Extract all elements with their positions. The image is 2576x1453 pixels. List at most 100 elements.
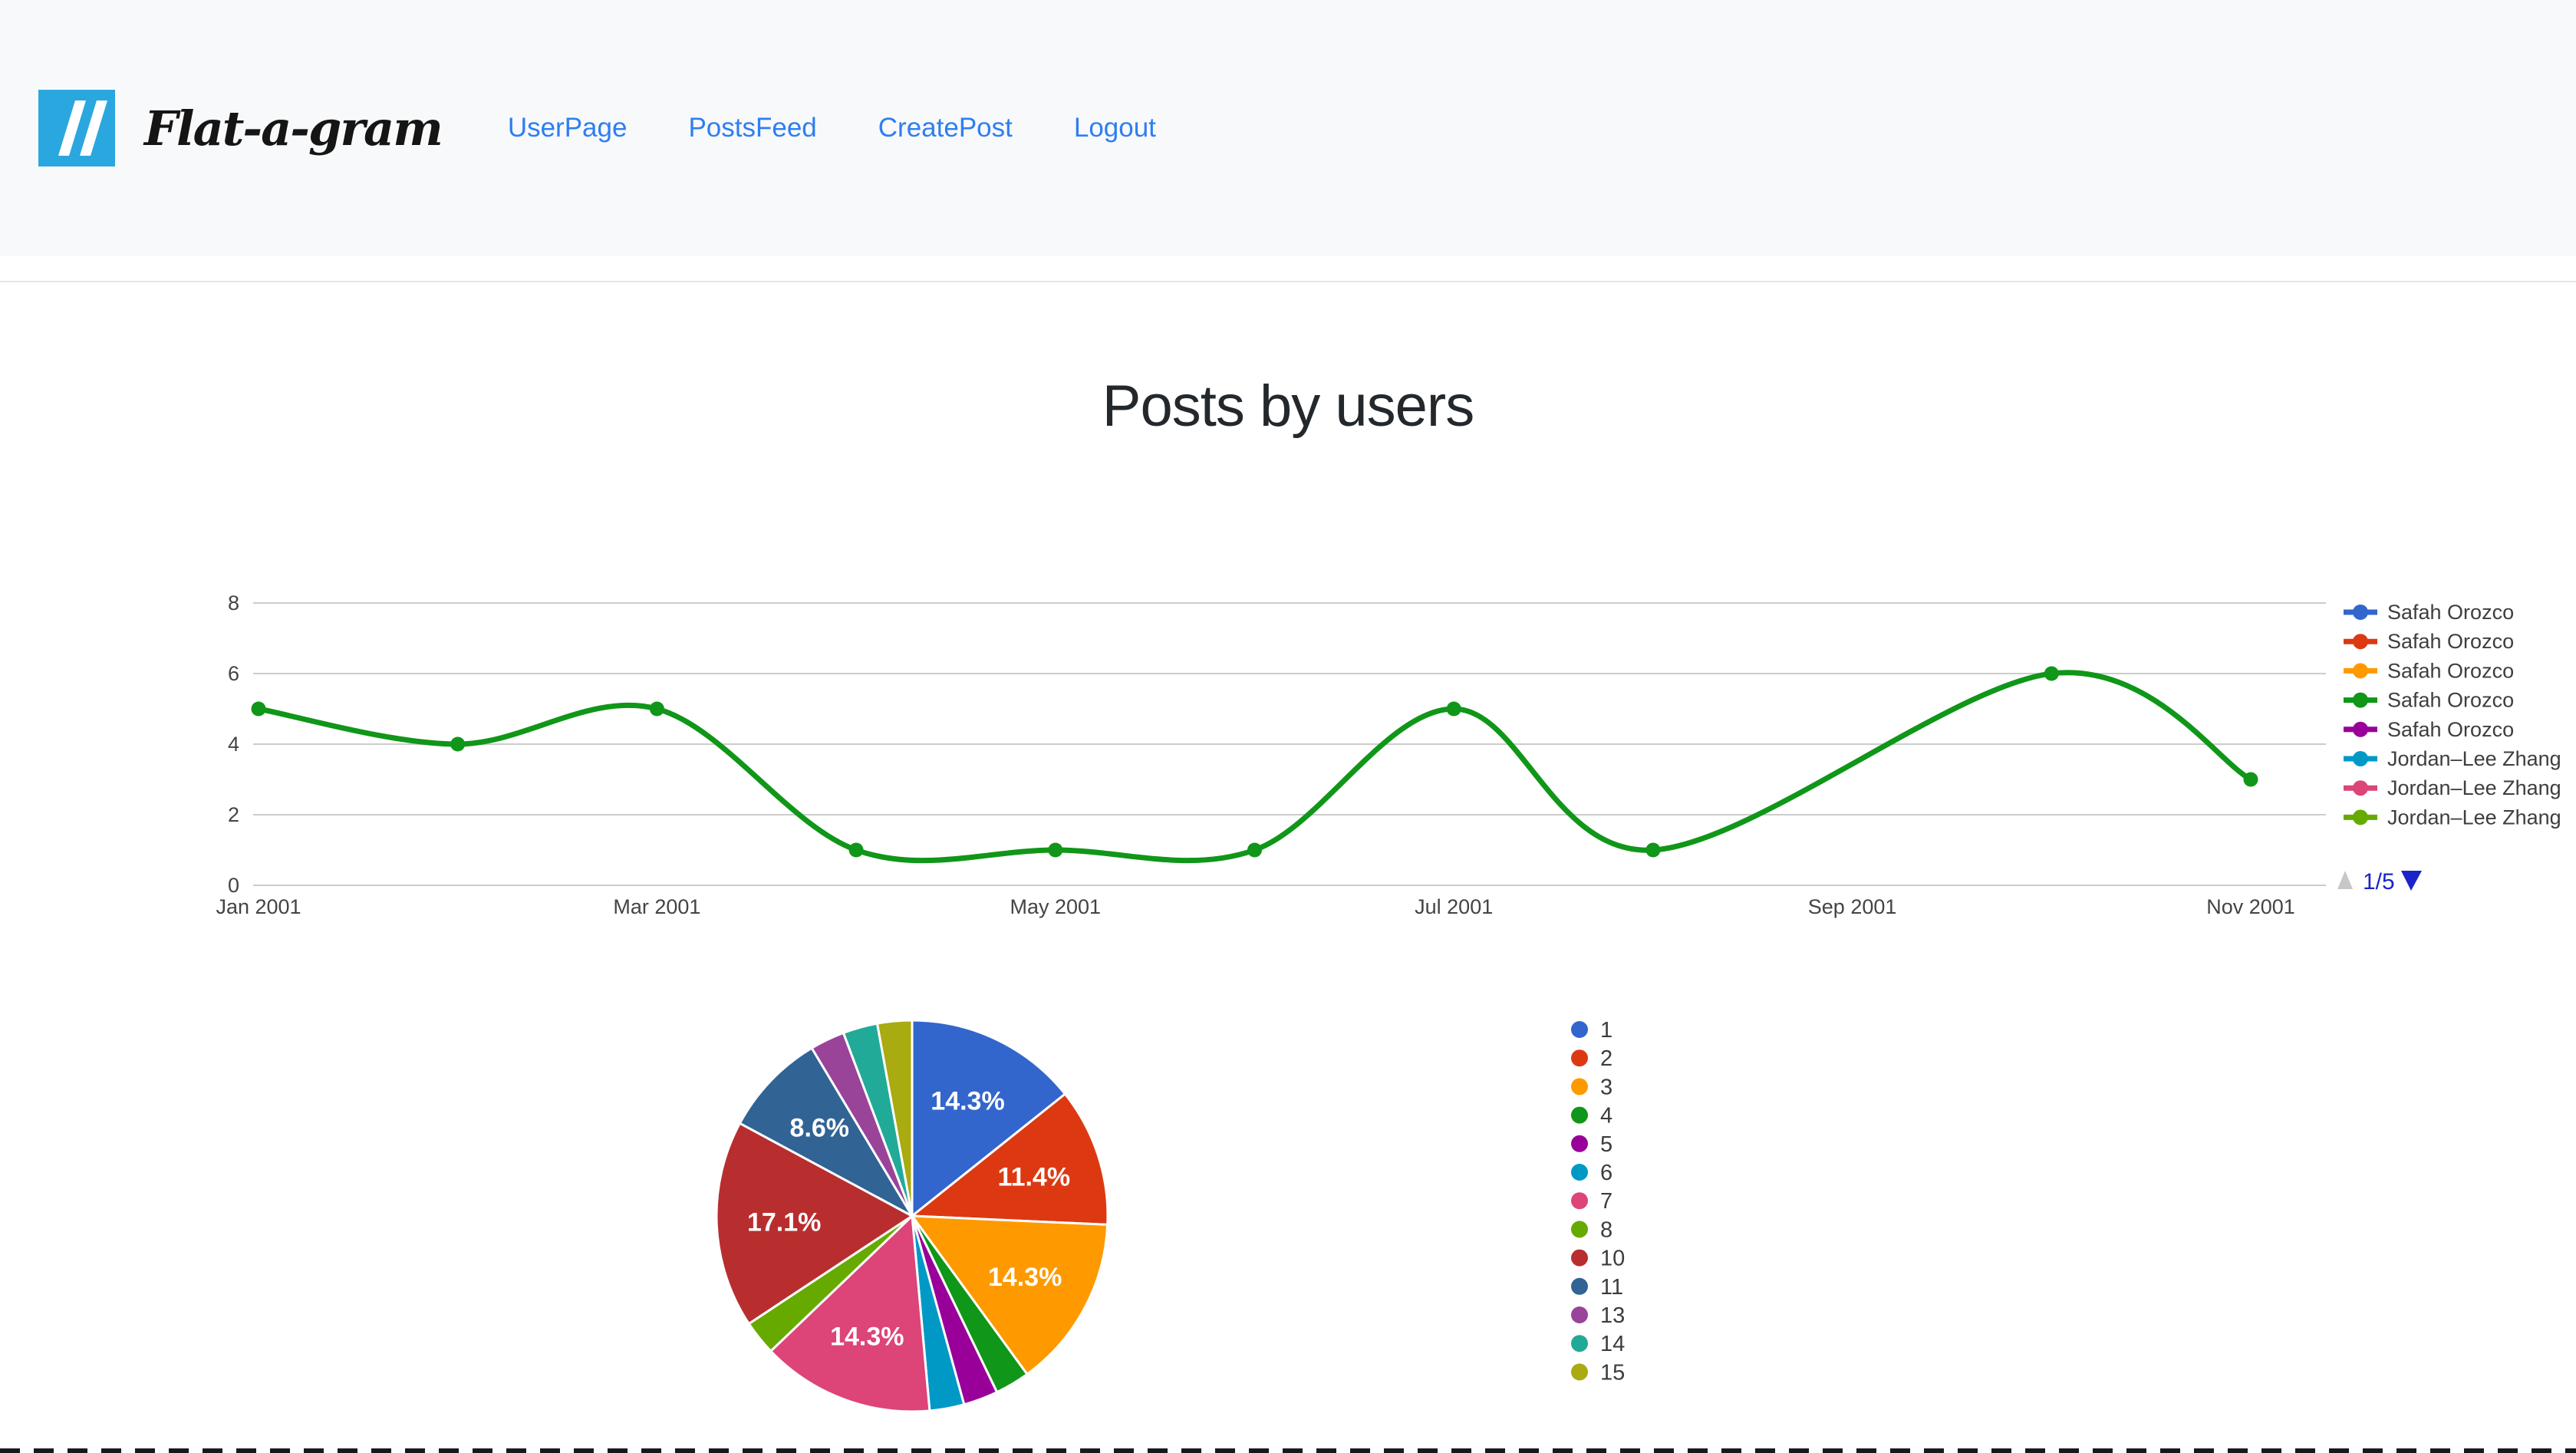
legend-point-marker: [2353, 721, 2368, 737]
pie-legend-item[interactable]: 6: [1571, 1161, 1612, 1185]
y-axis-label: 8: [228, 591, 239, 614]
brand-title[interactable]: Flat-a-gram: [144, 100, 443, 157]
double-slash-icon: [58, 100, 107, 156]
legend-prev-icon[interactable]: [2337, 871, 2353, 889]
navbar: Flat-a-gram UserPage PostsFeed CreatePost L…: [0, 0, 2576, 256]
pie-legend-label: 1: [1600, 1018, 1612, 1043]
pie-legend-item[interactable]: 8: [1571, 1217, 1612, 1242]
x-axis-label: Jan 2001: [216, 895, 301, 918]
pie-legend-swatch: [1571, 1192, 1588, 1210]
series-line: [255, 670, 2254, 864]
pie-slice-label: 8.6%: [790, 1114, 850, 1143]
pie-legend-label: 5: [1600, 1132, 1612, 1157]
nav-links: UserPage PostsFeed CreatePost Logout: [508, 113, 1156, 143]
pie-slice-label: 11.4%: [998, 1162, 1071, 1191]
x-axis-label: Nov 2001: [2206, 895, 2295, 918]
legend-item[interactable]: Safah Orozco: [2344, 718, 2514, 741]
data-point[interactable]: [450, 736, 466, 752]
data-point[interactable]: [1446, 701, 1461, 717]
legend-item[interactable]: Safah Orozco: [2344, 659, 2514, 682]
data-point[interactable]: [649, 701, 664, 717]
pie-legend-label: 2: [1600, 1046, 1612, 1071]
data-point[interactable]: [1645, 842, 1661, 858]
line-chart: 0 2 4 6 8 Jan 2001 Mar 2001 May 2001 Jul 2001 Sep…: [216, 591, 2561, 918]
pie-legend-item[interactable]: 1: [1571, 1018, 1612, 1043]
pie-legend-item[interactable]: 7: [1571, 1189, 1612, 1214]
pie-legend-item[interactable]: 11: [1571, 1275, 1623, 1300]
legend-label: Safah Orozco: [2387, 630, 2514, 653]
footer-strip: [0, 1448, 2576, 1453]
pie-legend-item[interactable]: 13: [1571, 1303, 1625, 1328]
legend-item[interactable]: Jordan–Lee Zhang: [2344, 776, 2561, 799]
legend-label: Safah Orozco: [2387, 659, 2514, 682]
pie-legend-label: 7: [1600, 1189, 1612, 1214]
pie-legend-label: 10: [1600, 1247, 1625, 1271]
legend-next-icon[interactable]: [2401, 871, 2422, 891]
legend-point-marker: [2353, 692, 2368, 708]
nav-link-postsfeed[interactable]: PostsFeed: [688, 113, 816, 143]
pie-legend-swatch: [1571, 1078, 1588, 1096]
pie-legend-swatch: [1571, 1335, 1588, 1353]
pie-legend-label: 11: [1600, 1275, 1623, 1300]
pie-chart: 14.3% 11.4% 14.3% 14.3% 17.1% 8.6% 1 2 3 4 5 6 7 8 10 1…: [715, 1018, 1625, 1413]
nav-link-userpage[interactable]: UserPage: [508, 113, 628, 143]
pie-legend-swatch: [1571, 1221, 1588, 1238]
data-point[interactable]: [848, 842, 864, 858]
legend-point-marker: [2353, 634, 2368, 650]
legend-page-indicator: 1/5: [2363, 869, 2395, 895]
y-axis-label: 4: [228, 733, 239, 756]
legend-item[interactable]: Safah Orozco: [2344, 601, 2514, 624]
pie-legend-item[interactable]: 10: [1571, 1247, 1625, 1271]
pie-slice-label: 17.1%: [747, 1208, 821, 1237]
legend-item[interactable]: Safah Orozco: [2344, 689, 2514, 712]
pie-legend-swatch: [1571, 1106, 1588, 1124]
pie-legend-swatch: [1571, 1306, 1588, 1323]
pie-legend-item[interactable]: 15: [1571, 1360, 1625, 1385]
app-logo[interactable]: [38, 90, 115, 166]
y-axis-label: 2: [228, 803, 239, 826]
legend-point-marker: [2353, 663, 2368, 679]
data-point[interactable]: [1048, 842, 1063, 858]
legend-item[interactable]: Safah Orozco: [2344, 630, 2514, 653]
data-point[interactable]: [2044, 666, 2059, 681]
legend-label: Safah Orozco: [2387, 689, 2514, 712]
pie-legend-item[interactable]: 3: [1571, 1075, 1612, 1099]
page: Flat-a-gram UserPage PostsFeed CreatePost L…: [0, 0, 2576, 1453]
pie-legend-item[interactable]: 5: [1571, 1132, 1612, 1157]
pie-legend-item[interactable]: 4: [1571, 1104, 1612, 1128]
legend-point-marker: [2353, 809, 2368, 825]
pie-legend-swatch: [1571, 1277, 1588, 1295]
y-axis-label: 6: [228, 662, 239, 685]
pie-legend-label: 3: [1600, 1075, 1612, 1099]
pie-slice-label: 14.3%: [931, 1087, 1004, 1116]
legend-label: Jordan–Lee Zhang: [2387, 747, 2561, 770]
nav-link-logout[interactable]: Logout: [1074, 113, 1156, 143]
pie-legend-label: 6: [1600, 1161, 1612, 1185]
pie-legend-label: 8: [1600, 1217, 1612, 1242]
page-title: Posts by users: [1102, 374, 1474, 439]
pie-legend-swatch: [1571, 1049, 1588, 1067]
pie-legend-swatch: [1571, 1164, 1588, 1181]
pie-legend-swatch: [1571, 1135, 1588, 1152]
pie-legend-label: 15: [1600, 1360, 1625, 1385]
pie-legend-label: 4: [1600, 1104, 1612, 1128]
pie-slice-label: 14.3%: [988, 1263, 1062, 1292]
legend-point-marker: [2353, 605, 2368, 620]
legend-label: Safah Orozco: [2387, 718, 2514, 741]
x-axis-label: Mar 2001: [613, 895, 700, 918]
legend-label: Safah Orozco: [2387, 601, 2514, 624]
pie-legend-swatch: [1571, 1363, 1588, 1381]
pie-legend-label: 14: [1600, 1332, 1625, 1356]
legend-item[interactable]: Jordan–Lee Zhang: [2344, 747, 2561, 770]
pie-legend-item[interactable]: 14: [1571, 1332, 1625, 1356]
data-point[interactable]: [251, 701, 266, 717]
legend-item[interactable]: Jordan–Lee Zhang: [2344, 806, 2561, 829]
nav-link-createpost[interactable]: CreatePost: [878, 113, 1013, 143]
pie-slice-label: 14.3%: [830, 1322, 904, 1351]
data-point[interactable]: [1247, 842, 1262, 858]
legend-label: Jordan–Lee Zhang: [2387, 776, 2561, 799]
legend-point-marker: [2353, 780, 2368, 796]
data-point[interactable]: [2243, 772, 2258, 787]
pie-legend-item[interactable]: 2: [1571, 1046, 1612, 1071]
x-axis-label: Jul 2001: [1415, 895, 1493, 918]
